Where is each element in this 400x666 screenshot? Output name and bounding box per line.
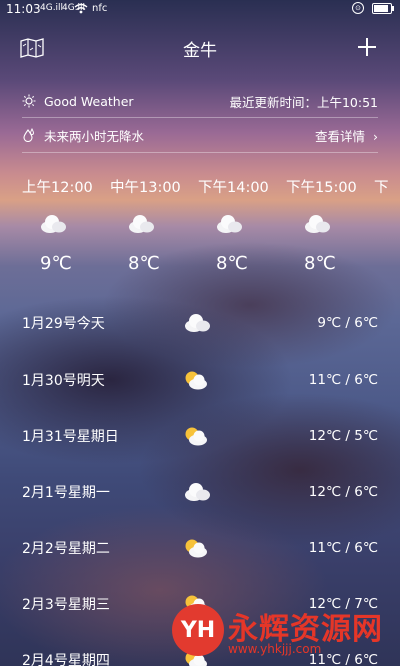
hour-label: 上午12:00 [22,180,93,196]
cloudy-icon [129,215,154,233]
hour-label-overflow: 下 [374,180,389,196]
cloudy-icon [185,483,210,501]
raindrop-icon [23,128,34,142]
rain-forecast-text: 未来两小时无降水 [44,128,145,144]
signal-1-icon: 4G.ill [40,3,64,13]
partly-cloudy-icon [185,427,207,446]
nfc-icon: nfc [92,3,108,14]
hour-temp: 9℃ [40,253,72,274]
partly-cloudy-icon [185,371,207,390]
day-name: 2月2号星期二 [22,541,110,557]
divider [22,117,378,118]
daily-row[interactable]: 2月2号星期二 11℃ / 6℃ [22,533,378,563]
update-time: 最近更新时间：上午10:51 [229,94,378,110]
current-weather-row: Good Weather 最近更新时间：上午10:51 [22,86,378,116]
status-right: ⊙ [352,2,394,14]
details-label: 查看详情 [315,128,366,144]
hour-temp: 8℃ [128,253,160,274]
cloudy-icon [185,314,210,332]
day-name: 2月4号星期四 [22,653,110,666]
hourly-item: 下午15:00 8℃ [286,176,374,274]
hour-label: 下午15:00 [286,180,357,196]
day-temp-range: 9℃ / 6℃ [317,315,378,331]
hourly-forecast[interactable]: 上午12:00 9℃ 中午13:00 8℃ 下午14:00 8℃ 下午15:00… [22,176,400,274]
daily-row[interactable]: 1月30号明天 11℃ / 6℃ [22,365,378,395]
watermark-url: www.yhkjjj.com [228,642,322,656]
cloudy-icon [305,215,330,233]
status-time: 11:03 [6,2,41,16]
site-watermark: YH 永辉资源网 www.yhkjjj.com [168,596,400,666]
cloudy-icon [217,215,242,233]
hour-temp: 8℃ [216,253,248,274]
plus-icon[interactable] [356,36,378,58]
daily-row[interactable]: 2月1号星期一 12℃ / 6℃ [22,477,378,507]
partly-cloudy-icon [185,539,207,558]
weather-screen: 11:03 4G.ill 4G.ill nfc ⊙ 金牛 Good Weathe… [0,0,400,666]
hourly-item: 中午13:00 8℃ [110,176,198,274]
day-name: 1月29号今天 [22,316,105,332]
hour-temp: 8℃ [304,253,336,274]
watermark-logo: YH [172,604,224,656]
wifi-icon [74,3,88,14]
day-temp-range: 12℃ / 6℃ [308,484,378,500]
daily-row[interactable]: 1月31号星期日 12℃ / 5℃ [22,421,378,451]
day-temp-range: 11℃ / 6℃ [308,372,378,388]
status-bar: 11:03 4G.ill 4G.ill nfc ⊙ [0,0,400,18]
divider [22,152,378,153]
weather-condition: Good Weather [44,93,134,109]
rotation-lock-icon: ⊙ [352,2,364,14]
cloudy-icon [41,215,66,233]
battery-icon [372,2,394,14]
day-name: 2月1号星期一 [22,485,110,501]
day-name: 2月3号星期三 [22,597,110,613]
day-name: 1月30号明天 [22,373,105,389]
hourly-item: 上午12:00 9℃ [22,176,110,274]
hour-label: 下午14:00 [198,180,269,196]
day-temp-range: 12℃ / 5℃ [308,428,378,444]
day-temp-range: 11℃ / 6℃ [308,540,378,556]
city-title[interactable]: 金牛 [0,36,400,61]
hour-label: 中午13:00 [110,180,181,196]
daily-row[interactable]: 1月29号今天 9℃ / 6℃ [22,308,378,338]
hourly-item: 下午14:00 8℃ [198,176,286,274]
day-name: 1月31号星期日 [22,429,119,445]
details-link[interactable]: 查看详情 › [315,126,378,145]
sun-icon [22,94,36,108]
rain-forecast-row[interactable]: 未来两小时无降水 查看详情 › [22,120,378,150]
chevron-right-icon: › [373,128,378,144]
